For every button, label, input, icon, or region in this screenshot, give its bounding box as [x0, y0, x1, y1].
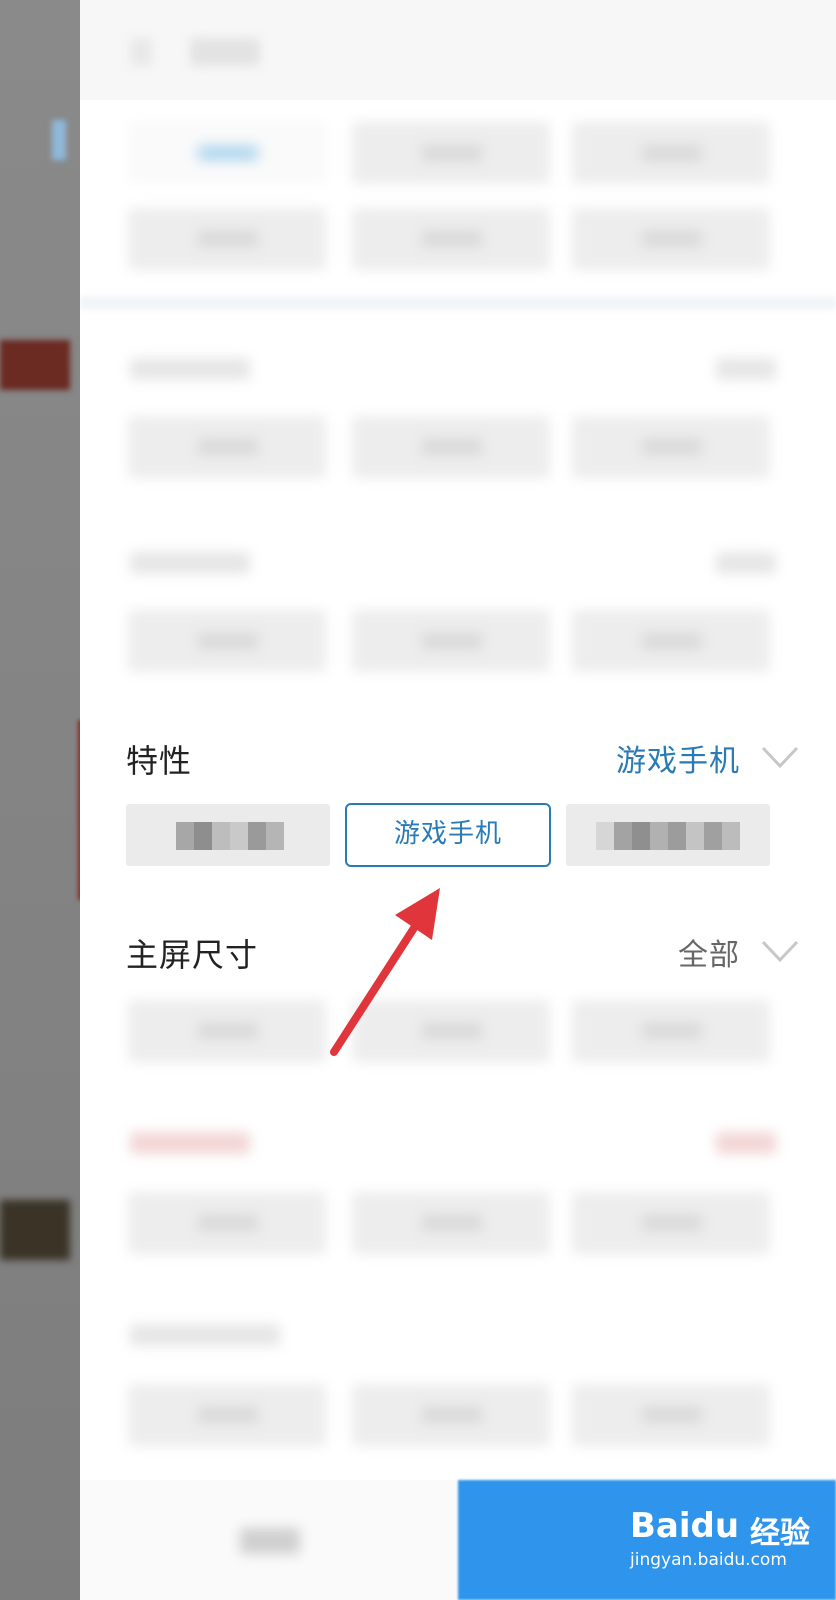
- drawer-header: [80, 0, 836, 100]
- blurred-chip[interactable]: [572, 122, 770, 184]
- blurred-option-row: [128, 1000, 778, 1062]
- back-icon[interactable]: [130, 38, 152, 66]
- background-blur: [0, 1200, 70, 1260]
- blurred-chip[interactable]: [352, 122, 550, 184]
- blurred-option-row: [128, 610, 778, 672]
- pixelated-label: [176, 822, 284, 850]
- blurred-option-row: [128, 208, 778, 270]
- watermark-url: jingyan.baidu.com: [630, 1550, 787, 1570]
- blurred-chip[interactable]: [128, 1000, 326, 1062]
- watermark-brand-cn: 经验: [750, 1516, 810, 1551]
- feature-section-title: 特性: [126, 742, 193, 780]
- section-divider: [80, 296, 836, 310]
- blurred-chip[interactable]: [128, 1384, 326, 1446]
- blurred-chip[interactable]: [128, 1192, 326, 1254]
- pixelated-label: [596, 822, 740, 850]
- feature-option-chip-right[interactable]: [566, 804, 770, 866]
- blurred-chip[interactable]: [352, 1000, 550, 1062]
- blurred-section-value: [716, 1132, 776, 1154]
- blurred-chip[interactable]: [572, 1384, 770, 1446]
- blurred-section-label: [130, 1324, 280, 1346]
- watermark-brand: Baidu: [630, 1506, 740, 1546]
- blurred-chip[interactable]: [128, 416, 326, 478]
- feature-option-gaming-phone[interactable]: 游戏手机: [345, 803, 551, 867]
- reset-button[interactable]: [80, 1480, 458, 1600]
- blurred-chip[interactable]: [352, 610, 550, 672]
- blurred-section-label: [130, 552, 250, 574]
- background-blur: [0, 340, 70, 390]
- blurred-chip[interactable]: [572, 1192, 770, 1254]
- blurred-section-label: [130, 358, 250, 380]
- blurred-chip[interactable]: [352, 1192, 550, 1254]
- blurred-chip[interactable]: [572, 208, 770, 270]
- chevron-down-icon[interactable]: [760, 744, 800, 770]
- blurred-chip[interactable]: [572, 1000, 770, 1062]
- blurred-chip[interactable]: [352, 416, 550, 478]
- blurred-chip[interactable]: [572, 416, 770, 478]
- drawer-title-blurred: [190, 38, 260, 66]
- screen-size-section-title: 主屏尺寸: [126, 936, 259, 974]
- blurred-section-value: [716, 552, 776, 574]
- baidu-jingyan-watermark: Baidu 经验 jingyan.baidu.com: [600, 1500, 830, 1580]
- filter-drawer: 特性 游戏手机 游戏手机 主屏尺寸 全部: [80, 0, 836, 1600]
- screen-size-selected-value[interactable]: 全部: [678, 930, 740, 974]
- blurred-chip[interactable]: [128, 122, 326, 184]
- background-blur: [52, 120, 66, 160]
- feature-selected-value[interactable]: 游戏手机: [616, 736, 740, 780]
- blurred-section-label: [130, 1132, 250, 1154]
- blurred-option-row: [128, 1192, 778, 1254]
- background-page: [0, 0, 90, 1600]
- feature-option-chip-left[interactable]: [126, 804, 330, 866]
- blurred-option-row: [128, 1384, 778, 1446]
- blurred-chip[interactable]: [572, 610, 770, 672]
- blurred-chip[interactable]: [128, 208, 326, 270]
- blurred-option-row: [128, 416, 778, 478]
- blurred-chip[interactable]: [352, 1384, 550, 1446]
- chevron-down-icon[interactable]: [760, 938, 800, 964]
- blurred-section-value: [716, 358, 776, 380]
- blurred-option-row: [128, 122, 778, 184]
- blurred-chip[interactable]: [352, 208, 550, 270]
- blurred-chip[interactable]: [128, 610, 326, 672]
